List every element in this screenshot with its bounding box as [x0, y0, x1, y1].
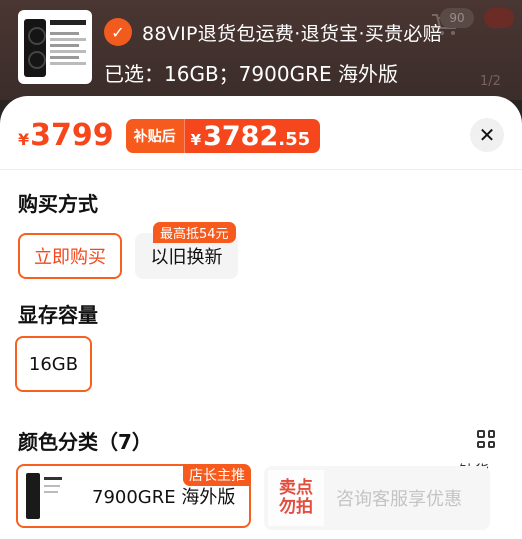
- subsidy-price: ¥ 3782 .55: [183, 118, 321, 153]
- subsidy-price-pill: 补贴后 ¥ 3782 .55: [125, 118, 321, 153]
- gpu-thumbnail: [24, 471, 64, 521]
- subsidy-label: 补贴后: [125, 118, 184, 153]
- color-option-consult[interactable]: 卖点 勿拍 咨询客服享优惠: [264, 466, 490, 530]
- memory-capacity-title: 显存容量: [18, 303, 98, 327]
- close-icon: ✕: [478, 123, 496, 147]
- sku-selector-sheet: ¥ 3799 补贴后 ¥ 3782 .55 ✕ 购买方式 立即购买 以旧换新 最…: [0, 96, 522, 539]
- price-row: ¥ 3799 补贴后 ¥ 3782 .55: [18, 118, 321, 153]
- color-option-label: 7900GRE 海外版: [92, 487, 236, 508]
- image-pager: 1/2: [480, 74, 501, 89]
- recommended-tag: 店长主推: [183, 464, 251, 486]
- original-price: ¥ 3799: [18, 118, 114, 153]
- gpu-image: [24, 19, 46, 77]
- sell-point-image: 卖点 勿拍: [268, 470, 324, 526]
- memory-option-16gb[interactable]: 16GB: [15, 336, 92, 392]
- purchase-method-title: 购买方式: [18, 192, 98, 216]
- vip-guarantee-text: 88VIP退货包运费·退货宝·买贵必赔: [142, 22, 443, 45]
- divider: [0, 169, 522, 170]
- buy-now-option[interactable]: 立即购买: [18, 233, 122, 279]
- grid-view-icon[interactable]: [477, 430, 495, 448]
- color-category-title: 颜色分类（7）: [18, 430, 152, 454]
- shield-check-icon: ✓: [104, 18, 132, 46]
- color-option-label: 咨询客服享优惠: [336, 489, 462, 510]
- selected-summary: 已选：16GB；7900GRE 海外版: [104, 62, 398, 86]
- product-header-overlay: ✓ 88VIP退货包运费·退货宝·买贵必赔 已选：16GB；7900GRE 海外…: [0, 0, 522, 100]
- vip-guarantee-row: ✓ 88VIP退货包运费·退货宝·买贵必赔: [104, 18, 442, 46]
- cart-count-badge: 90: [440, 8, 474, 28]
- close-button[interactable]: ✕: [470, 118, 504, 152]
- more-button[interactable]: [484, 8, 514, 28]
- trade-in-discount-tag: 最高抵54元: [153, 222, 236, 243]
- product-thumbnail[interactable]: [18, 10, 92, 84]
- color-option-7900gre[interactable]: 7900GRE 海外版 店长主推: [16, 464, 251, 528]
